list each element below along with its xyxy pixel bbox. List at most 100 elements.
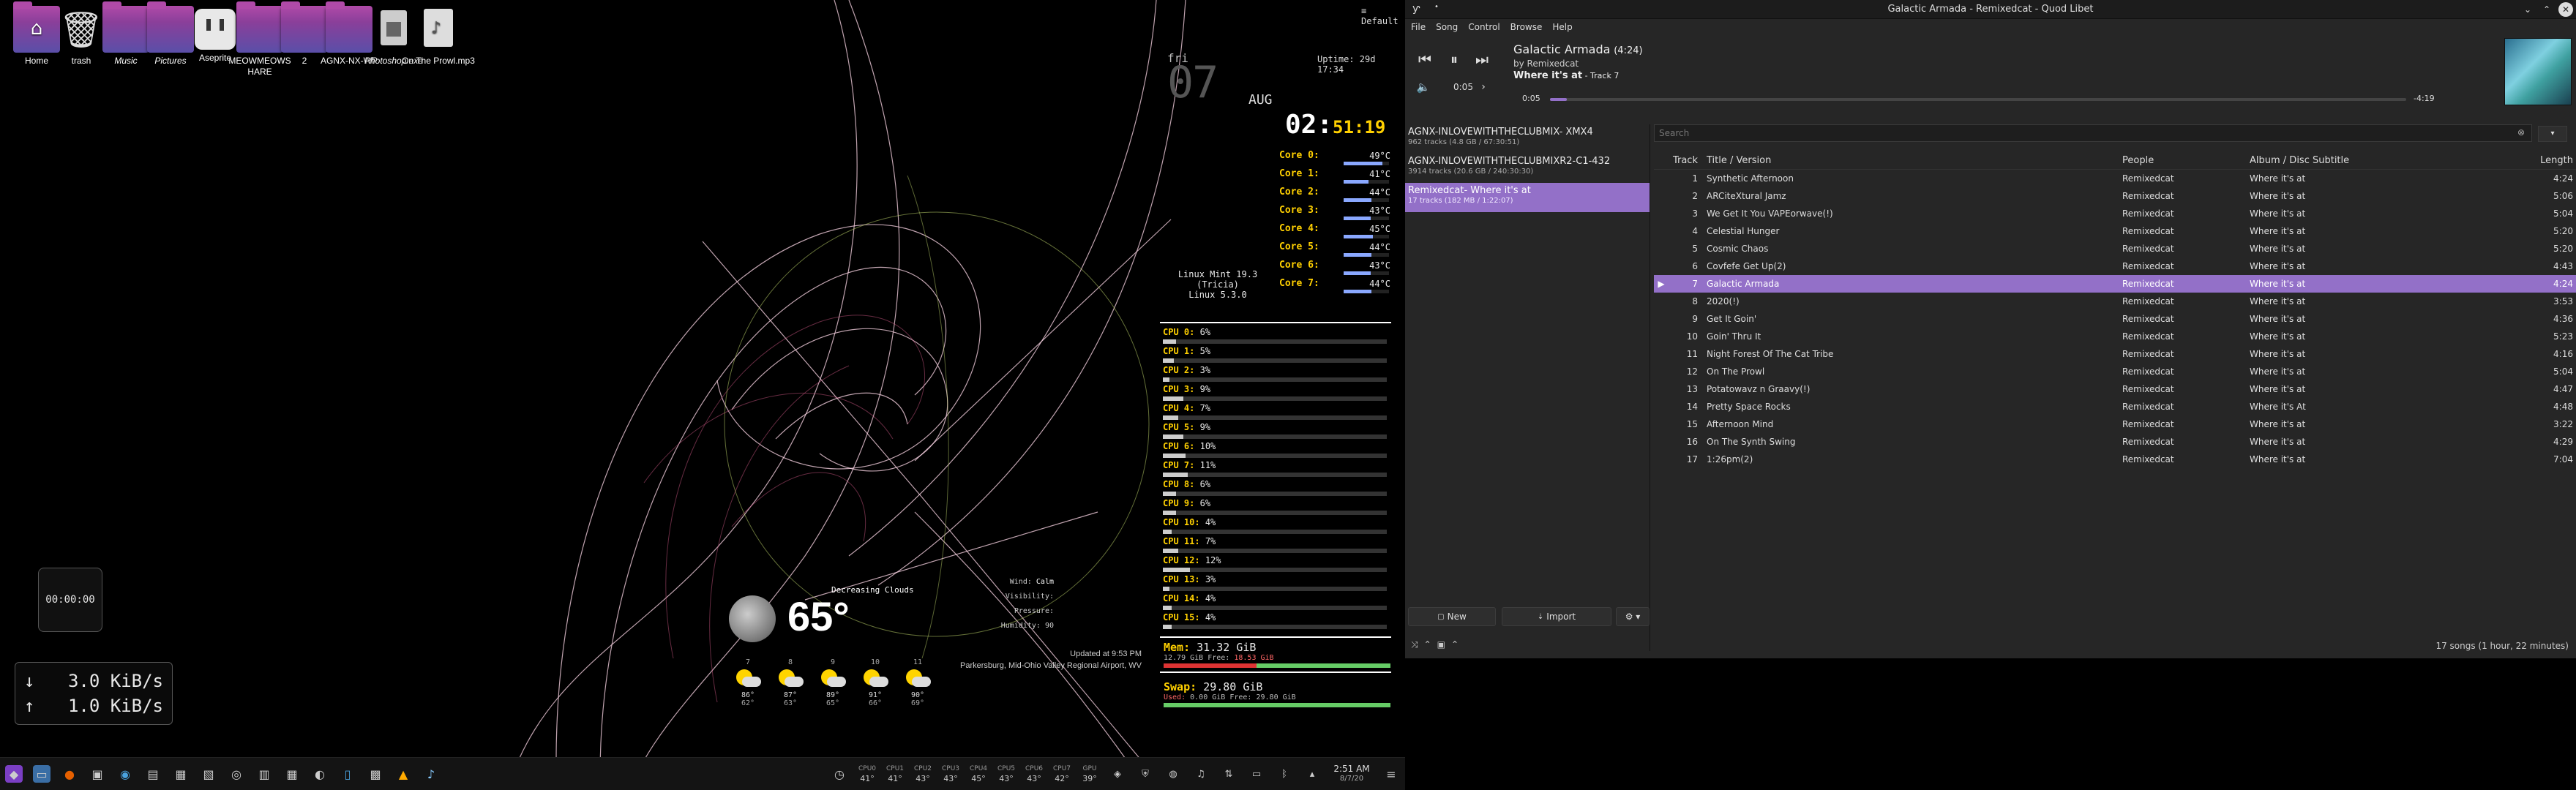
document-icon[interactable]: ▯ <box>339 765 356 783</box>
table-row[interactable]: ▶ 7 Galactic Armada Remixedcat Where it's at… <box>1654 275 2576 293</box>
table-row[interactable]: 17 1:26pm(2) Remixedcat Where it's at 7:04 <box>1654 451 2576 468</box>
pause-icon[interactable]: ⏸ <box>1443 48 1465 70</box>
seek-bar[interactable] <box>1550 98 2406 101</box>
clock: 02:51:19 <box>1285 110 1386 140</box>
start-menu-icon[interactable]: ◆ <box>5 765 23 783</box>
app-logo-icon: ƴ <box>1412 3 1420 15</box>
download-arrow-icon: ↓ <box>24 671 35 691</box>
table-row[interactable]: 5 Cosmic Chaos Remixedcat Where it's at 5:20 <box>1654 240 2576 257</box>
search-options-icon[interactable]: ▾ <box>2538 126 2567 142</box>
shuffle-icon[interactable]: ⤨ <box>1411 639 1418 650</box>
forecast-day: 11 90° 69° <box>899 658 937 707</box>
workspace-default[interactable]: ≡ Default <box>1361 6 1405 26</box>
queue-icon[interactable]: ▣ <box>1437 639 1445 650</box>
network-icon[interactable]: ⇅ <box>1220 765 1238 783</box>
gear-icon: ⚙ ▾ <box>1625 612 1641 622</box>
column-title[interactable]: Title / Version <box>1704 155 2119 166</box>
stopwatch[interactable]: 00:00:00 <box>38 568 102 632</box>
volume-icon[interactable]: ♫ <box>1192 765 1210 783</box>
queue-up-icon[interactable]: ⌃ <box>1424 639 1431 650</box>
table-row[interactable]: 8 2020(!) Remixedcat Where it's at 3:53 <box>1654 293 2576 310</box>
table-row[interactable]: 9 Get It Goin' Remixedcat Where it's at 4:36 <box>1654 310 2576 328</box>
files-icon[interactable]: ▣ <box>89 765 106 783</box>
image-viewer-icon[interactable]: ▦ <box>172 765 190 783</box>
album-item[interactable]: Remixedcat- Where it's at 17 tracks (182 … <box>1405 183 1650 212</box>
menu-control[interactable]: Control <box>1468 22 1499 32</box>
table-row[interactable]: 3 We Get It You VAPEorwave(!) Remixedcat Wh… <box>1654 205 2576 222</box>
clear-search-icon[interactable]: ⊗ <box>2517 127 2525 138</box>
desktop-icon-audio[interactable]: ♪ On The Prowl.mp3 <box>402 6 475 67</box>
core-temp-bar <box>1344 162 1389 165</box>
temp-readout: CPU5 43° <box>997 765 1016 783</box>
settings-button[interactable]: ⚙ ▾ <box>1616 607 1650 626</box>
column-length[interactable]: Length <box>2517 155 2576 166</box>
table-row[interactable]: 13 Potatowavz n Graavy(!) Remixedcat Where … <box>1654 380 2576 398</box>
table-row[interactable]: 4 Celestial Hunger Remixedcat Where it's at… <box>1654 222 2576 240</box>
menu-song[interactable]: Song <box>1436 22 1458 32</box>
firefox-icon[interactable]: ● <box>61 765 78 783</box>
table-row[interactable]: 11 Night Forest Of The Cat Tribe Remixedca… <box>1654 345 2576 363</box>
system-monitor-icon[interactable]: ◷ <box>831 765 848 783</box>
album-item[interactable]: AGNX-INLOVEWITHTHECLUBMIXR2-C1-432 3914 t… <box>1405 154 1650 183</box>
window-titlebar[interactable]: ƴ • Galactic Armada - Remixedcat - Quod … <box>1405 0 2576 19</box>
disc-icon[interactable]: ◎ <box>228 765 245 783</box>
repeat-icon[interactable]: ⌃ <box>1451 639 1459 650</box>
shield-icon[interactable]: ⛨ <box>1137 765 1154 783</box>
menu-file[interactable]: File <box>1411 22 1426 32</box>
swap-bar <box>1164 703 1390 707</box>
next-icon[interactable]: ⏭ <box>1471 48 1493 70</box>
table-row[interactable]: 16 On The Synth Swing Remixedcat Where it's… <box>1654 433 2576 451</box>
hamburger-menu-icon[interactable]: ≡ <box>1382 765 1400 783</box>
now-playing-icon: ▶ <box>1658 279 1665 289</box>
table-row[interactable]: 1 Synthetic Afternoon Remixedcat Where it's… <box>1654 170 2576 187</box>
app-icon[interactable]: ▧ <box>200 765 217 783</box>
show-desktop-icon[interactable]: ▭ <box>33 765 50 783</box>
new-button[interactable]: ▢ New <box>1408 607 1496 626</box>
cpu-usage: CPU 0: 6% CPU 1: 5% CPU 2: 3% CPU 3: 9% CPU … <box>1160 322 1391 631</box>
search-input[interactable] <box>1654 124 2532 142</box>
uptime: Uptime: 29d 17:34 <box>1317 54 1376 75</box>
seek-menu-icon[interactable]: › <box>1472 76 1494 98</box>
desktop-background-right <box>1405 658 2576 790</box>
menu-help[interactable]: Help <box>1552 22 1572 32</box>
track-list-header: Track Title / Version People Album / Disc S… <box>1654 152 2576 170</box>
table-row[interactable]: 10 Goin' Thru It Remixedcat Where it's at 5:… <box>1654 328 2576 345</box>
tray-expand-icon[interactable]: ▴ <box>1303 765 1321 783</box>
table-row[interactable]: 6 Covfefe Get Up(2) Remixedcat Where it's a… <box>1654 257 2576 275</box>
bluetooth-icon[interactable]: ᛒ <box>1276 765 1293 783</box>
desktop[interactable]: ⌂ Home 🗑 trash Music Pictures Aseprite MEOWMEOW… <box>0 0 1405 790</box>
table-row[interactable]: 2 ARCiteXtural Jamz Remixedcat Where it's a… <box>1654 187 2576 205</box>
taskbar-clock[interactable]: 2:51 AM 8/7/20 <box>1326 764 1377 784</box>
quodlibet-icon[interactable]: ♪ <box>422 765 440 783</box>
import-button[interactable]: ⇣ Import <box>1502 607 1611 626</box>
column-track[interactable]: Track <box>1669 155 1704 166</box>
terminal-icon[interactable]: ▤ <box>144 765 162 783</box>
album-item[interactable]: AGNX-INLOVEWITHTHECLUBMIX- XMX4 962 track… <box>1405 124 1650 154</box>
album-art[interactable] <box>2504 38 2572 105</box>
column-album[interactable]: Album / Disc Subtitle <box>2247 155 2517 166</box>
cpu-bar <box>1163 454 1387 458</box>
close-icon[interactable]: ✕ <box>2558 2 2573 17</box>
previous-icon[interactable]: ⏮ <box>1414 48 1436 70</box>
display-icon[interactable]: ▭ <box>1248 765 1265 783</box>
table-row[interactable]: 12 On The Prowl Remixedcat Where it's at 5:0… <box>1654 363 2576 380</box>
chrome-icon[interactable]: ◉ <box>116 765 134 783</box>
volume-icon[interactable]: 🔈 <box>1412 76 1434 98</box>
column-people[interactable]: People <box>2119 155 2247 166</box>
table-row[interactable]: 15 Afternoon Mind Remixedcat Where it's at 3… <box>1654 415 2576 433</box>
divider <box>1160 672 1391 673</box>
minimize-icon[interactable]: ⌄ <box>2520 2 2535 17</box>
photo-icon[interactable]: ▩ <box>367 765 384 783</box>
calendar-icon[interactable]: ▦ <box>283 765 301 783</box>
menu-browse[interactable]: Browse <box>1510 22 1543 32</box>
vlc-icon[interactable]: ▲ <box>394 765 412 783</box>
discord-icon[interactable]: ◍ <box>1164 765 1182 783</box>
maximize-icon[interactable]: ⌃ <box>2539 2 2554 17</box>
text-editor-icon[interactable]: ▥ <box>255 765 273 783</box>
taskbar: ◆ ▭ ● ▣ ◉ ▤ ▦ ▧ ◎ ▥ ▦ ◐ ▯ ▩ ▲ ♪ ◷ CPU0 41… <box>0 757 1405 790</box>
album-list: AGNX-INLOVEWITHTHECLUBMIX- XMX4 962 track… <box>1405 124 1650 651</box>
gimp-icon[interactable]: ◐ <box>311 765 329 783</box>
pin-icon[interactable]: • <box>1434 3 1439 11</box>
table-row[interactable]: 14 Pretty Space Rocks Remixedcat Where it's… <box>1654 398 2576 415</box>
nvidia-icon[interactable]: ◈ <box>1109 765 1126 783</box>
